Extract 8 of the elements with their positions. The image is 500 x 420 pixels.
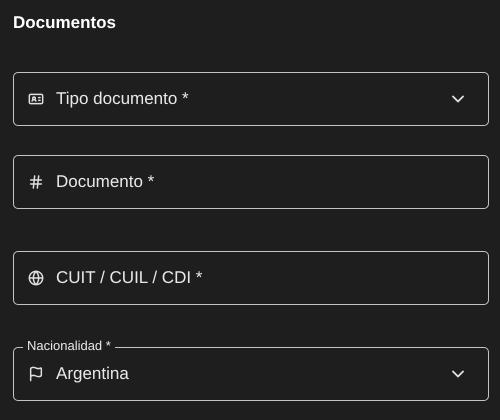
input-field[interactable]: Documento * — [13, 155, 489, 209]
hash-icon — [28, 174, 44, 190]
input-field[interactable]: CUIT / CUIL / CDI * — [13, 251, 489, 305]
section-title: Documentos — [13, 12, 117, 34]
globe-icon — [28, 270, 44, 286]
id-card-icon — [28, 91, 44, 107]
flag-icon — [28, 366, 44, 382]
select-field[interactable]: Tipo documento * — [13, 72, 489, 126]
